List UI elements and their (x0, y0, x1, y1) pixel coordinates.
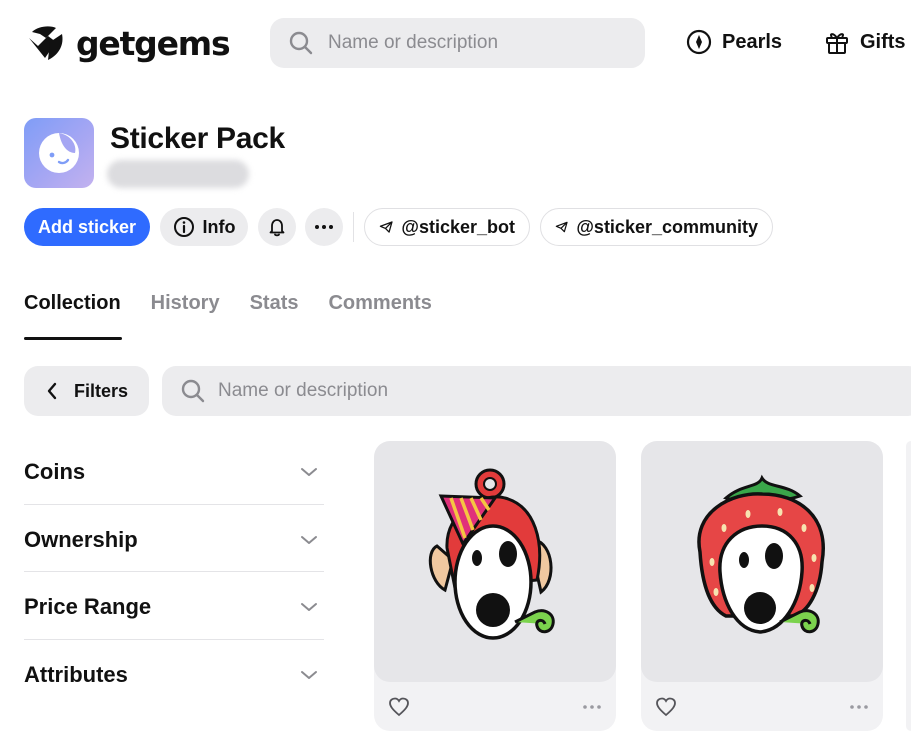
info-button-label: Info (202, 216, 236, 237)
filter-divider (24, 504, 324, 505)
more-icon[interactable] (849, 704, 869, 710)
chevron-down-icon (301, 535, 317, 544)
add-sticker-button[interactable]: Add sticker (24, 208, 150, 246)
collection-tabs: Collection History Stats Comments (24, 292, 462, 315)
link-sticker-community[interactable]: @sticker_community (540, 208, 773, 246)
telegram-icon (555, 221, 568, 233)
collection-owner-redacted (107, 160, 249, 188)
filter-divider (24, 639, 324, 640)
sticker-image[interactable] (641, 441, 883, 682)
more-icon[interactable] (582, 704, 602, 710)
logo[interactable]: getgems (26, 23, 231, 63)
gift-icon (826, 33, 848, 54)
nav-pearls[interactable]: Pearls (686, 29, 782, 55)
tab-comments[interactable]: Comments (328, 292, 431, 315)
card-footer (374, 682, 616, 731)
collection-avatar (24, 118, 94, 188)
filter-section-coins[interactable]: Coins (24, 438, 324, 505)
search-icon (181, 379, 205, 403)
info-icon (173, 217, 194, 237)
filters-toggle-button[interactable]: Filters (24, 366, 149, 416)
more-options-button[interactable] (305, 208, 343, 246)
nft-card-partial[interactable] (906, 441, 911, 731)
party-hat-sticker-icon (428, 468, 555, 640)
getgems-logo-icon (29, 26, 63, 60)
telegram-icon (379, 221, 393, 233)
header-search-input[interactable]: Name or description (270, 18, 645, 68)
nft-card[interactable] (374, 441, 616, 731)
logo-text: getgems (76, 23, 231, 63)
link-sticker-bot[interactable]: @sticker_bot (364, 208, 530, 246)
card-footer (641, 682, 883, 731)
sticker-image[interactable] (374, 441, 616, 682)
pearl-icon (686, 29, 712, 55)
chevron-down-icon (301, 670, 317, 679)
filter-section-label: Coins (24, 458, 86, 484)
tab-history[interactable]: History (151, 292, 220, 315)
nft-card[interactable] (641, 441, 883, 731)
bell-icon (269, 219, 285, 237)
collection-title: Sticker Pack (110, 122, 285, 155)
heart-icon[interactable] (655, 697, 677, 717)
tab-collection[interactable]: Collection (24, 292, 121, 315)
chevron-down-icon (301, 602, 317, 611)
sticker-face-icon (39, 133, 79, 173)
link-sticker-bot-label: @sticker_bot (401, 216, 515, 237)
heart-icon[interactable] (388, 697, 410, 717)
collection-search-placeholder: Name or description (218, 380, 389, 401)
chevron-left-icon (47, 382, 57, 400)
filter-section-label: Price Range (24, 593, 152, 619)
collection-search-input[interactable]: Name or description (162, 366, 911, 416)
actions-divider (353, 212, 354, 242)
link-sticker-community-label: @sticker_community (576, 216, 758, 237)
filter-section-price-range[interactable]: Price Range (24, 573, 324, 640)
filter-section-attributes[interactable]: Attributes (24, 641, 324, 708)
header-search-placeholder: Name or description (328, 32, 499, 53)
filter-section-ownership[interactable]: Ownership (24, 506, 324, 573)
active-tab-indicator (24, 337, 122, 340)
tab-stats[interactable]: Stats (250, 292, 299, 315)
filter-section-label: Attributes (24, 661, 128, 687)
filters-button-label: Filters (74, 380, 129, 401)
nav-gifts[interactable]: Gifts (824, 29, 906, 55)
notifications-button[interactable] (258, 208, 296, 246)
search-icon (289, 31, 313, 55)
filter-section-label: Ownership (24, 526, 138, 552)
filter-divider (24, 571, 324, 572)
more-icon (315, 225, 333, 229)
nav-pearls-label: Pearls (722, 30, 783, 53)
chevron-down-icon (301, 467, 317, 476)
nav-gifts-label: Gifts (860, 30, 906, 53)
strawberry-helmet-sticker-icon (697, 474, 825, 634)
info-button[interactable]: Info (160, 208, 248, 246)
